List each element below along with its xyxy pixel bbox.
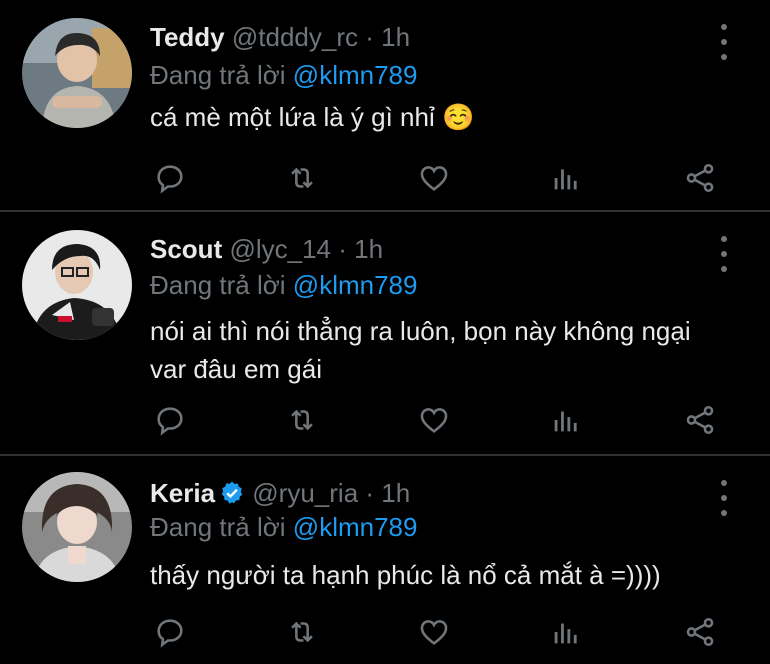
avatar[interactable] [22,472,132,582]
analytics-icon[interactable] [546,612,586,652]
retweet-icon[interactable] [282,158,322,198]
tweet-text: cá mè một lứa là ý gì nhỉ ☺️ [150,102,475,132]
timestamp[interactable]: 1h [381,478,410,508]
user-handle[interactable]: @ryu_ria [252,478,358,508]
reply-prefix: Đang trả lời [150,270,286,300]
share-icon[interactable] [680,612,720,652]
tweet-2[interactable]: Scout @lyc_14 · 1h Đang trả lời @klmn789… [0,212,770,454]
timestamp[interactable]: 1h [381,22,410,52]
reply-icon[interactable] [150,400,190,440]
share-icon[interactable] [680,400,720,440]
reply-prefix: Đang trả lời [150,60,286,90]
replying-to: Đang trả lời @klmn789 [150,60,417,91]
tweet-text: nói ai thì nói thẳng ra luôn, bọn này kh… [150,316,691,384]
analytics-icon[interactable] [546,400,586,440]
tweet-header: Keria @ryu_ria · 1h [150,478,410,513]
avatar[interactable] [22,230,132,340]
reply-prefix: Đang trả lời [150,512,286,542]
mention-link[interactable]: @klmn789 [293,270,418,300]
avatar[interactable] [22,18,132,128]
reply-icon[interactable] [150,158,190,198]
action-bar [0,400,770,440]
more-options-icon[interactable] [712,236,736,272]
mention-link[interactable]: @klmn789 [293,60,418,90]
mention-link[interactable]: @klmn789 [293,512,418,542]
like-icon[interactable] [414,158,454,198]
user-handle[interactable]: @lyc_14 [229,234,331,264]
tweet-header: Teddy @tdddy_rc · 1h [150,22,410,53]
separator: · [365,478,375,508]
like-icon[interactable] [414,612,454,652]
action-bar [0,158,770,198]
action-bar [0,612,770,652]
more-options-icon[interactable] [712,480,736,516]
replying-to: Đang trả lời @klmn789 [150,512,417,543]
display-name[interactable]: Teddy [150,22,225,52]
replying-to: Đang trả lời @klmn789 [150,270,417,301]
timestamp[interactable]: 1h [354,234,383,264]
display-name[interactable]: Scout [150,234,222,264]
retweet-icon[interactable] [282,400,322,440]
separator: · [338,234,347,264]
tweet-3[interactable]: Keria @ryu_ria · 1h Đang trả lời @klmn78… [0,456,770,664]
tweet-header: Scout @lyc_14 · 1h [150,234,383,265]
tweet-1[interactable]: Teddy @tdddy_rc · 1h Đang trả lời @klmn7… [0,0,770,210]
separator: · [365,22,374,52]
retweet-icon[interactable] [282,612,322,652]
tweet-text: thấy người ta hạnh phúc là nổ cả mắt à =… [150,560,661,590]
user-handle[interactable]: @tdddy_rc [232,22,358,52]
display-name[interactable]: Keria [150,478,215,508]
like-icon[interactable] [414,400,454,440]
analytics-icon[interactable] [546,158,586,198]
reply-icon[interactable] [150,612,190,652]
share-icon[interactable] [680,158,720,198]
more-options-icon[interactable] [712,24,736,60]
verified-badge-icon [219,480,245,513]
